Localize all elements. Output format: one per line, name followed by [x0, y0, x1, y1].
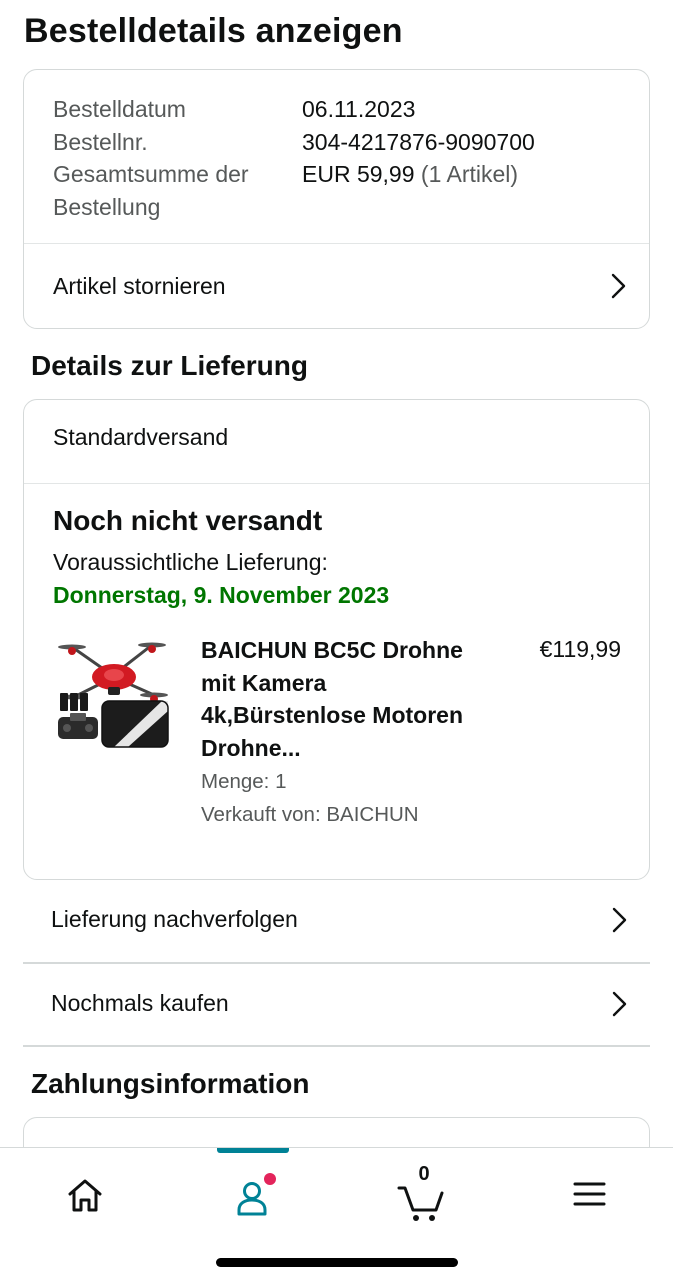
order-total-row: Gesamtsumme der Bestellung EUR 59,99 (1 … [53, 158, 535, 223]
track-delivery-link[interactable]: Lieferung nachverfolgen [23, 878, 650, 961]
payment-section-title: Zahlungsinformation [31, 1068, 310, 1099]
product-quantity: Menge: 1 [201, 770, 287, 793]
chevron-right-icon [612, 907, 627, 932]
eta-date: Donnerstag, 9. November 2023 [53, 582, 390, 608]
page-title: Bestelldetails anzeigen [24, 12, 403, 50]
home-icon [68, 1179, 102, 1212]
buy-again-link[interactable]: Nochmals kaufen [23, 962, 650, 1045]
divider [23, 1045, 650, 1047]
order-total-label-line1: Gesamtsumme der [53, 161, 249, 187]
order-summary-card: Bestelldatum 06.11.2023 Bestellnr. 304-4… [23, 69, 650, 329]
cancel-items-label: Artikel stornieren [53, 272, 226, 299]
nav-home[interactable] [55, 1166, 115, 1226]
account-icon [237, 1173, 276, 1216]
delivery-card: Standardversand Noch nicht versandt Vora… [23, 399, 650, 880]
track-delivery-label: Lieferung nachverfolgen [51, 906, 298, 932]
order-total-value-wrap: EUR 59,99 (1 Artikel) [302, 158, 518, 223]
home-indicator[interactable] [216, 1258, 458, 1267]
product-image[interactable] [54, 635, 172, 753]
chevron-right-icon [611, 273, 626, 299]
hamburger-menu-icon [573, 1182, 606, 1206]
order-number-value: 304-4217876-9090700 [302, 128, 535, 155]
order-total-label: Gesamtsumme der Bestellung [53, 158, 302, 223]
cancel-items-link[interactable]: Artikel stornieren [24, 244, 649, 328]
shipping-method: Standardversand [53, 424, 229, 450]
order-summary-grid: Bestelldatum 06.11.2023 Bestellnr. 304-4… [53, 93, 535, 223]
order-date-label: Bestelldatum [53, 96, 186, 122]
active-tab-indicator [217, 1148, 289, 1153]
order-date-row: Bestelldatum 06.11.2023 [53, 93, 535, 126]
divider [24, 483, 649, 484]
product-price: €119,99 [539, 636, 621, 662]
eta-label: Voraussichtliche Lieferung: [53, 549, 328, 575]
order-total-label-line2: Bestellung [53, 193, 161, 220]
nav-account[interactable] [223, 1166, 283, 1226]
order-number-row: Bestellnr. 304-4217876-9090700 [53, 126, 535, 159]
order-details-page: Bestelldetails anzeigen Bestelldatum 06.… [0, 0, 673, 1280]
order-date-value: 06.11.2023 [302, 96, 416, 122]
notification-dot [264, 1173, 276, 1185]
chevron-right-icon [612, 991, 627, 1016]
product-seller: Verkauft von: BAICHUN [201, 803, 419, 826]
cart-count-badge: 0 [418, 1163, 430, 1185]
buy-again-label: Nochmals kaufen [51, 990, 229, 1016]
product-title[interactable]: BAICHUN BC5C Drohne mit Kamera 4k,Bürste… [201, 634, 491, 764]
shipment-status: Noch nicht versandt [53, 505, 323, 536]
delivery-section-title: Details zur Lieferung [31, 350, 308, 381]
order-item-count: (1 Artikel) [420, 161, 519, 187]
nav-menu[interactable] [559, 1166, 619, 1226]
order-total-value: EUR 59,99 [302, 161, 415, 187]
order-number-label: Bestellnr. [53, 128, 148, 155]
